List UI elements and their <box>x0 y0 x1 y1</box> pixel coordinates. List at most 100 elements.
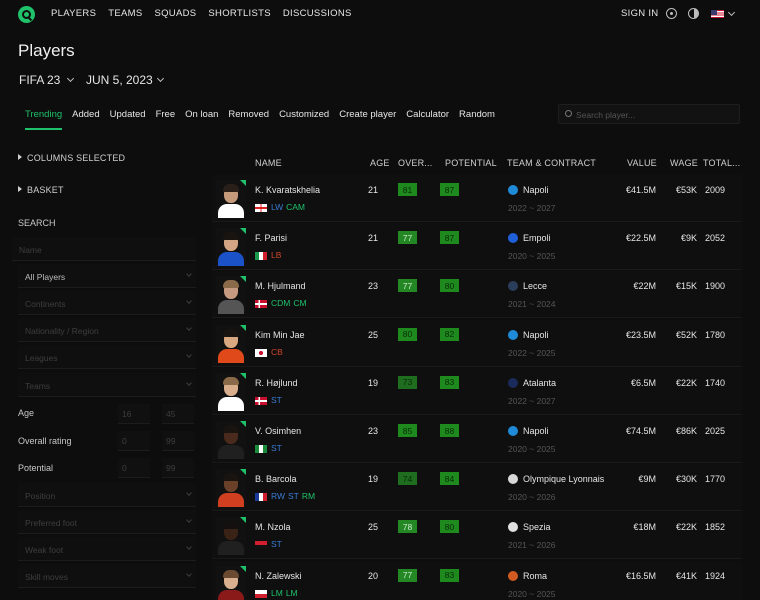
teams-select[interactable]: Teams <box>18 373 196 397</box>
player-photo[interactable] <box>216 180 246 218</box>
card-corner-marker <box>240 228 246 235</box>
player-photo[interactable] <box>216 276 246 315</box>
table-row[interactable]: M. Nzola ST 25 78 80 Spezia 2021 ~ 2026 … <box>212 512 742 560</box>
club-name[interactable]: Atalanta <box>523 378 556 388</box>
player-age: 23 <box>368 426 379 436</box>
site-logo[interactable] <box>18 6 35 23</box>
table-row[interactable]: B. Barcola RW ST RM 19 74 84 Olympique Lyo… <box>212 464 742 512</box>
sign-in-link[interactable]: SIGN IN <box>621 8 658 19</box>
skill-moves-select[interactable]: Skill moves <box>18 564 196 588</box>
tab-free[interactable]: Free <box>156 109 176 130</box>
tab-updated[interactable]: Updated <box>110 109 146 130</box>
player-name[interactable]: R. Højlund <box>255 378 298 388</box>
overall-max-input[interactable]: 99 <box>162 431 194 451</box>
club-name[interactable]: Empoli <box>523 233 551 243</box>
club-name[interactable]: Napoli <box>523 185 549 195</box>
table-row[interactable]: R. Højlund ST 19 73 83 Atalanta 2022 ~ 2… <box>212 367 742 416</box>
table-row[interactable]: F. Parisi LB 21 77 87 Empoli 2020 ~ 2025… <box>212 223 742 271</box>
search-input[interactable] <box>576 108 736 121</box>
tab-random[interactable]: Random <box>459 109 495 130</box>
player-photo[interactable] <box>216 565 246 600</box>
col-header-potential[interactable]: POTENTIAL <box>445 158 497 168</box>
position-tag: LM <box>271 587 283 598</box>
table-row[interactable]: Kim Min Jae CB 25 80 82 Napoli 2022 ~ 20… <box>212 319 742 368</box>
player-name[interactable]: M. Hjulmand <box>255 281 306 291</box>
potential-rating-badge: 80 <box>440 520 459 534</box>
col-header-name[interactable]: NAME <box>255 158 282 168</box>
main-nav-links: PLAYERS TEAMS SQUADS SHORTLISTS DISCUSSI… <box>51 8 364 19</box>
overall-min-input[interactable]: 0 <box>118 431 150 451</box>
tab-on-loan[interactable]: On loan <box>185 109 218 130</box>
col-header-wage[interactable]: WAGE <box>670 158 698 168</box>
col-header-value[interactable]: VALUE <box>627 158 657 168</box>
player-name[interactable]: Kim Min Jae <box>255 330 305 340</box>
nav-shortlists[interactable]: SHORTLISTS <box>208 8 270 19</box>
potential-max-input[interactable]: 99 <box>162 458 194 478</box>
position-select[interactable]: Position <box>18 483 196 507</box>
continents-select[interactable]: Continents <box>18 291 196 315</box>
gear-icon[interactable] <box>666 8 677 19</box>
columns-selected-toggle[interactable]: COLUMNS SELECTED <box>18 153 125 163</box>
nav-discussions[interactable]: DISCUSSIONS <box>283 8 352 19</box>
player-name[interactable]: K. Kvaratskhelia <box>255 185 320 195</box>
club-name[interactable]: Spezia <box>523 522 551 532</box>
col-header-total[interactable]: TOTAL... <box>703 158 740 168</box>
player-photo[interactable] <box>216 324 246 363</box>
chevron-down-icon[interactable] <box>66 74 75 83</box>
tab-calculator[interactable]: Calculator <box>406 109 449 130</box>
us-flag-icon[interactable] <box>711 10 724 18</box>
potential-min-input[interactable]: 0 <box>118 458 150 478</box>
chevron-down-icon <box>186 271 192 277</box>
weak-foot-select[interactable]: Weak foot <box>18 537 196 561</box>
chevron-down-icon[interactable] <box>727 8 736 17</box>
col-header-team-contract[interactable]: TEAM & CONTRACT <box>507 158 596 168</box>
player-name[interactable]: V. Osimhen <box>255 426 301 436</box>
player-photo[interactable] <box>216 517 246 556</box>
card-corner-marker <box>240 421 246 427</box>
chevron-down-icon <box>186 517 192 523</box>
nav-players[interactable]: PLAYERS <box>51 8 96 19</box>
club-name[interactable]: Lecce <box>523 281 547 291</box>
basket-toggle[interactable]: BASKET <box>18 185 64 195</box>
chevron-down-icon[interactable] <box>156 74 165 83</box>
player-photo[interactable] <box>216 421 246 459</box>
player-name[interactable]: N. Zalewski <box>255 571 302 581</box>
club-name[interactable]: Roma <box>523 571 547 581</box>
position-tag: ST <box>271 539 282 550</box>
tab-trending[interactable]: Trending <box>25 109 63 130</box>
name-filter-input[interactable]: Name <box>12 237 196 261</box>
player-name[interactable]: F. Parisi <box>255 233 287 243</box>
nationality-select[interactable]: Nationality / Region <box>18 318 196 342</box>
player-photo[interactable] <box>216 228 246 267</box>
nationality-flag-icon <box>255 589 267 598</box>
player-photo[interactable] <box>216 372 246 411</box>
preferred-foot-select[interactable]: Preferred foot <box>18 510 196 534</box>
player-shirt <box>218 541 244 556</box>
col-header-overall[interactable]: OVER... <box>398 158 432 168</box>
col-header-age[interactable]: AGE <box>370 158 390 168</box>
leagues-select[interactable]: Leagues <box>18 345 196 369</box>
nav-squads[interactable]: SQUADS <box>154 8 196 19</box>
club-name[interactable]: Napoli <box>523 330 549 340</box>
table-row[interactable]: N. Zalewski LM LM 20 77 83 Roma 2020 ~ 20… <box>212 560 742 600</box>
tab-removed[interactable]: Removed <box>228 109 269 130</box>
tab-customized[interactable]: Customized <box>279 109 329 130</box>
row-background <box>212 512 742 560</box>
club-name[interactable]: Olympique Lyonnais <box>523 474 604 484</box>
date-select[interactable]: JUN 5, 2023 <box>86 73 153 87</box>
tab-added[interactable]: Added <box>72 109 99 130</box>
nav-teams[interactable]: TEAMS <box>108 8 142 19</box>
tab-create-player[interactable]: Create player <box>339 109 396 130</box>
theme-toggle-icon[interactable] <box>688 8 699 19</box>
table-row[interactable]: K. Kvaratskhelia LW CAM 21 81 87 Napoli 2… <box>212 175 742 223</box>
table-row[interactable]: M. Hjulmand CDM CM 23 77 80 Lecce 2021 ~ … <box>212 271 742 319</box>
game-version-select[interactable]: FIFA 23 <box>19 73 60 87</box>
player-photo[interactable] <box>216 469 246 508</box>
age-max-input[interactable]: 45 <box>162 404 194 424</box>
player-name[interactable]: B. Barcola <box>255 474 297 484</box>
player-name[interactable]: M. Nzola <box>255 522 291 532</box>
age-min-input[interactable]: 16 <box>118 404 150 424</box>
table-row[interactable]: V. Osimhen ST 23 85 88 Napoli 2020 ~ 202… <box>212 416 742 464</box>
club-name[interactable]: Napoli <box>523 426 549 436</box>
players-scope-select[interactable]: All Players <box>18 264 196 288</box>
